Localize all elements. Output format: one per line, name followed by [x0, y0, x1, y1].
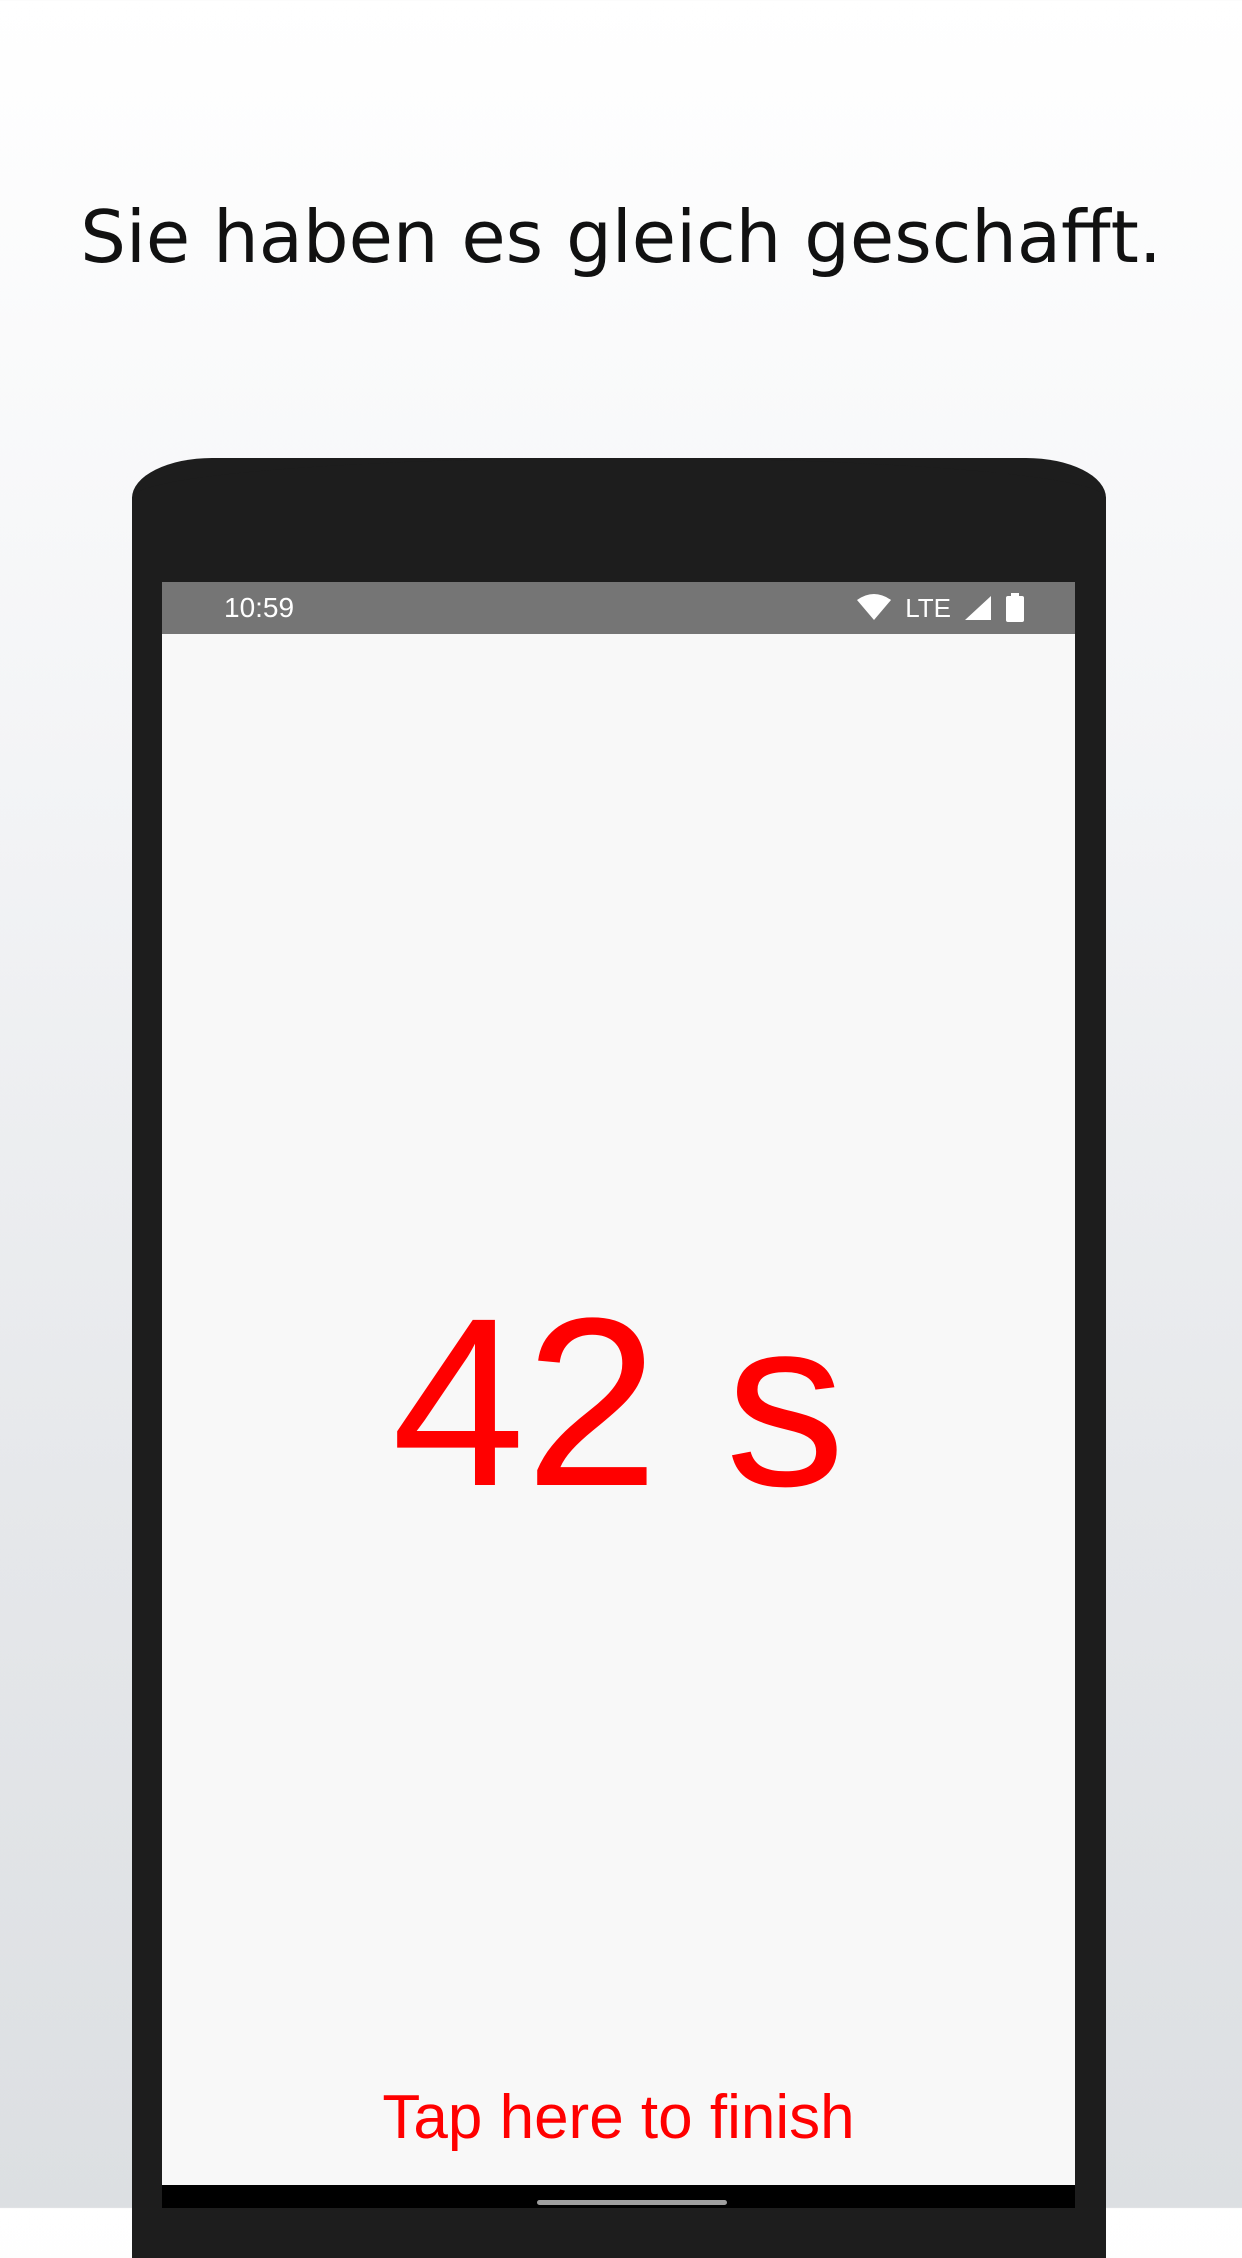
page-headline: Sie haben es gleich geschafft.: [80, 195, 1162, 279]
battery-icon: [1006, 593, 1024, 622]
device-top-bezel: [132, 458, 1106, 578]
wifi-icon: [857, 594, 892, 620]
phone-screen: 10:59 LTE 42 s Tap here to finish: [162, 582, 1075, 2208]
status-time: 10:59: [224, 592, 295, 623]
network-type-label: LTE: [905, 592, 951, 623]
status-bar: 10:59 LTE: [162, 582, 1075, 634]
status-icons: LTE: [855, 590, 1025, 626]
countdown-timer: 42 s: [391, 1268, 846, 1536]
home-handle[interactable]: [537, 2200, 727, 2205]
finish-button[interactable]: Tap here to finish: [162, 2082, 1075, 2153]
signal-icon: [965, 596, 991, 620]
navigation-bar: [162, 2185, 1075, 2208]
